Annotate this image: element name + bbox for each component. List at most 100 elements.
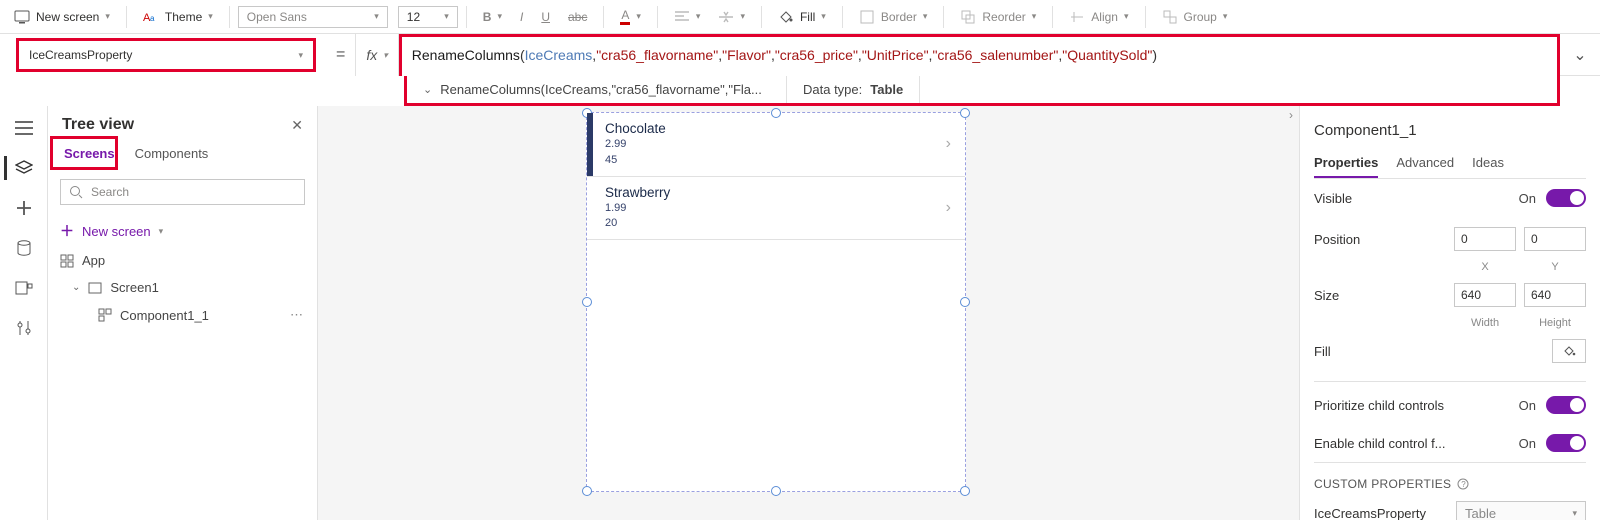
border-button[interactable]: Border ▾ <box>851 5 936 29</box>
reorder-label: Reorder <box>982 10 1025 24</box>
data-button[interactable] <box>4 230 44 266</box>
prop-label: Enable child control f... <box>1314 436 1446 451</box>
size-height-input[interactable]: 640 <box>1524 283 1586 307</box>
font-selector[interactable]: Open Sans ▾ <box>238 6 388 28</box>
resize-handle[interactable] <box>582 486 592 496</box>
info-icon[interactable]: ? <box>1457 478 1469 490</box>
close-icon[interactable]: ✕ <box>291 117 303 134</box>
formula-helper: ⌄ RenameColumns(IceCreams,"cra56_flavorn… <box>404 76 1560 106</box>
custom-prop-type[interactable]: Table ▾ <box>1456 501 1586 520</box>
bucket-icon <box>778 9 794 25</box>
toggle-enable-child[interactable] <box>1546 434 1586 452</box>
reorder-icon <box>960 9 976 25</box>
formula-breadcrumb[interactable]: ⌄ RenameColumns(IceCreams,"cra56_flavorn… <box>407 76 787 103</box>
theme-icon: Aa <box>143 9 159 25</box>
toggle-state: On <box>1519 398 1536 413</box>
component-icon <box>98 308 112 322</box>
selected-component[interactable]: Chocolate 2.99 45 › Strawberry 1.99 20 › <box>586 112 966 492</box>
separator <box>229 6 230 28</box>
caret-down-icon: ⌄ <box>72 282 80 293</box>
search-input[interactable]: Search <box>60 179 305 205</box>
toggle-prioritize[interactable] <box>1546 396 1586 414</box>
new-screen-button[interactable]: New screen ▾ <box>6 5 118 29</box>
tab-components[interactable]: Components <box>125 140 219 167</box>
new-screen-item[interactable]: ＋ New screen ▾ <box>48 215 317 247</box>
font-color-button[interactable]: A▾ <box>612 4 649 29</box>
list-item[interactable]: Strawberry 1.99 20 › <box>587 177 965 241</box>
design-canvas[interactable]: Chocolate 2.99 45 › Strawberry 1.99 20 ›… <box>318 106 1300 520</box>
tab-advanced[interactable]: Advanced <box>1396 149 1454 178</box>
sliders-icon <box>16 320 32 336</box>
more-icon[interactable]: ⋯ <box>290 307 305 323</box>
font-size-selector[interactable]: 12 ▾ <box>398 6 458 28</box>
tree-view-button[interactable] <box>4 150 44 186</box>
datatype-value: Table <box>870 82 903 97</box>
tab-screens[interactable]: Screens <box>54 140 125 167</box>
expand-formula-button[interactable]: ⌄ <box>1560 34 1600 76</box>
underline-button[interactable]: U <box>533 6 558 28</box>
tree-item-component[interactable]: Component1_1 ⋯ <box>48 301 317 329</box>
fill-button[interactable]: Fill ▾ <box>770 5 834 29</box>
custom-prop-row: IceCreamsProperty Table ▾ <box>1314 491 1586 520</box>
toggle-visible[interactable] <box>1546 189 1586 207</box>
resize-handle[interactable] <box>771 486 781 496</box>
tree-tabs: Screens Components <box>48 140 317 167</box>
chevron-down-icon: ▾ <box>821 11 826 22</box>
hamburger-button[interactable] <box>4 110 44 146</box>
tab-underline <box>60 167 112 169</box>
text-align-button[interactable]: ▾ <box>666 5 709 29</box>
chevron-right-icon: › <box>946 199 951 217</box>
layers-icon <box>15 160 33 176</box>
tree-item-app[interactable]: App <box>48 247 317 274</box>
chevron-down-icon: ▾ <box>374 11 379 22</box>
tree-item-screen1[interactable]: ⌄ Screen1 <box>48 274 317 301</box>
position-x-input[interactable]: 0 <box>1454 227 1516 251</box>
chevron-down-icon: ▾ <box>298 50 303 61</box>
tab-ideas[interactable]: Ideas <box>1472 149 1504 178</box>
prop-label: Visible <box>1314 191 1352 206</box>
selection-bar <box>587 113 593 176</box>
theme-button[interactable]: Aa Theme ▾ <box>135 5 221 29</box>
list-item[interactable]: Chocolate 2.99 45 › <box>587 113 965 177</box>
fill-picker[interactable] <box>1552 339 1586 363</box>
bold-button[interactable]: B▾ <box>475 6 510 28</box>
reorder-button[interactable]: Reorder ▾ <box>952 5 1044 29</box>
tree-app-label: App <box>82 253 105 268</box>
settings-button[interactable] <box>4 310 44 346</box>
formula-input[interactable]: RenameColumns(IceCreams,"cra56_flavornam… <box>402 37 1557 73</box>
property-selector[interactable]: IceCreamsProperty ▾ <box>16 38 316 72</box>
prop-size: Size 640 640 <box>1314 273 1586 317</box>
toggle-state: On <box>1519 436 1536 451</box>
sublabel-x: X <box>1454 261 1516 273</box>
strikethrough-button[interactable]: abc <box>560 6 595 28</box>
vertical-align-button[interactable]: ▾ <box>710 5 753 29</box>
media-button[interactable] <box>4 270 44 306</box>
align-button[interactable]: Align ▾ <box>1061 5 1136 29</box>
canvas-scrollbar[interactable]: › <box>1283 106 1299 520</box>
size-width-input[interactable]: 640 <box>1454 283 1516 307</box>
chevron-right-icon: › <box>1289 108 1293 122</box>
group-icon <box>1162 9 1178 25</box>
italic-button[interactable]: I <box>512 6 531 28</box>
resize-handle[interactable] <box>960 297 970 307</box>
group-button[interactable]: Group ▾ <box>1154 5 1236 29</box>
tree-component-label: Component1_1 <box>120 308 209 323</box>
fx-button[interactable]: fx ▾ <box>355 34 398 76</box>
item-title: Chocolate <box>605 121 666 136</box>
resize-handle[interactable] <box>582 297 592 307</box>
separator <box>657 6 658 28</box>
separator <box>943 6 944 28</box>
item-qty: 45 <box>605 154 666 168</box>
position-y-input[interactable]: 0 <box>1524 227 1586 251</box>
format-toolbar: New screen ▾ Aa Theme ▾ Open Sans ▾ 12 ▾… <box>0 0 1600 34</box>
resize-handle[interactable] <box>960 486 970 496</box>
chevron-down-icon: ⌄ <box>1573 45 1586 65</box>
prop-label: Prioritize child controls <box>1314 398 1444 413</box>
media-icon <box>15 281 33 295</box>
separator <box>761 6 762 28</box>
item-price: 2.99 <box>605 138 666 152</box>
svg-text:a: a <box>150 14 155 23</box>
tab-properties[interactable]: Properties <box>1314 149 1378 178</box>
insert-button[interactable] <box>4 190 44 226</box>
prop-enable-child: Enable child control f... On <box>1314 424 1586 462</box>
